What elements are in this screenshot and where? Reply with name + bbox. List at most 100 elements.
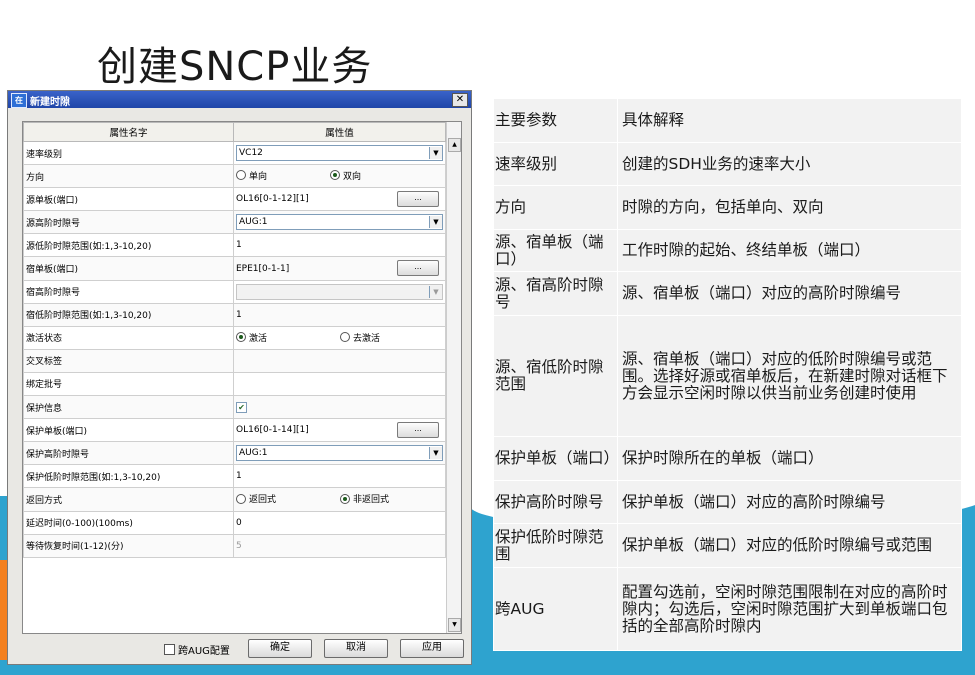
param-name: 保护高阶时隙号	[493, 480, 618, 524]
dialog-titlebar: 在 新建时隙 ✕	[8, 91, 471, 108]
property-name: 返回方式	[23, 487, 234, 512]
table-row: 宿高阶时隙号 ▼	[23, 279, 446, 304]
table-row: 宿低阶时隙范围(如:1,3-10,20) 1	[23, 302, 446, 327]
property-name: 方向	[23, 164, 234, 189]
property-name: 速率级别	[23, 140, 234, 166]
table-row: 保护低阶时隙范围(如:1,3-10,20) 1	[23, 464, 446, 489]
table-row: 绑定批号	[23, 371, 446, 397]
property-name: 源高阶时隙号	[23, 210, 234, 235]
table-row: 速率级别 VC12 ▼	[23, 140, 446, 166]
table-row: 方向 时隙的方向，包括单向、双向	[493, 185, 962, 230]
property-name: 延迟时间(0-100)(100ms)	[23, 510, 234, 535]
table-row: 源低阶时隙范围(如:1,3-10,20) 1	[23, 233, 446, 258]
delay-time-field[interactable]: 0	[233, 510, 446, 535]
property-grid: 属性名字 属性值 速率级别 VC12 ▼ 方向 单向 双向 源单板(端口) OL16…	[22, 121, 462, 634]
new-timeslot-dialog: 在 新建时隙 ✕ 属性名字 属性值 速率级别 VC12 ▼ 方向 单向 双向 源单板…	[7, 90, 472, 665]
scroll-up-icon[interactable]: ▲	[448, 138, 461, 152]
radio-icon	[340, 332, 350, 343]
protection-low-order-field[interactable]: 1	[233, 464, 446, 489]
radio-icon	[236, 493, 246, 504]
sink-low-order-field[interactable]: 1	[233, 302, 446, 327]
property-name: 等待恢复时间(1-12)(分)	[23, 533, 234, 558]
protection-high-order-select[interactable]: AUG:1 ▼	[236, 445, 443, 462]
param-desc: 保护时隙所在的单板（端口）	[617, 436, 962, 481]
property-name: 宿低阶时隙范围(如:1,3-10,20)	[23, 302, 234, 327]
header-parameter: 主要参数	[493, 98, 618, 143]
table-header-row: 主要参数 具体解释	[493, 98, 962, 143]
radio-selected-icon	[330, 170, 340, 181]
table-row: 保护低阶时隙范围 保护单板（端口）对应的低阶时隙编号或范围	[493, 523, 962, 568]
header-explanation: 具体解释	[617, 98, 962, 143]
table-row: 源、宿单板（端口） 工作时隙的起始、终结单板（端口）	[493, 229, 962, 272]
radio-selected-icon	[236, 332, 246, 343]
property-name: 激活状态	[23, 325, 234, 350]
table-row: 源、宿低阶时隙范围 源、宿单板（端口）对应的低阶时隙编号或范围。选择好源或宿单板…	[493, 315, 962, 437]
param-desc: 源、宿单板（端口）对应的低阶时隙编号或范围。选择好源或宿单板后，在新建时隙对话框…	[617, 315, 962, 437]
dialog-footer: 跨AUG配置 确定 取消 应用	[8, 639, 471, 663]
column-header-name[interactable]: 属性名字	[23, 122, 234, 142]
chevron-down-icon: ▼	[429, 285, 442, 298]
direction-bidirectional-radio[interactable]: 双向	[330, 169, 424, 182]
table-row: 速率级别 创建的SDH业务的速率大小	[493, 142, 962, 186]
source-board-browse-button[interactable]: ...	[397, 191, 439, 208]
column-header-value[interactable]: 属性值	[233, 122, 446, 142]
deactivate-radio[interactable]: 去激活	[340, 331, 434, 344]
param-name: 源、宿低阶时隙范围	[493, 315, 618, 437]
ok-button[interactable]: 确定	[248, 639, 312, 658]
table-row: 保护信息 ✔	[23, 395, 446, 420]
chevron-down-icon[interactable]: ▼	[429, 147, 442, 160]
protection-board-browse-button[interactable]: ...	[397, 422, 439, 439]
sink-high-order-select: ▼	[236, 283, 443, 300]
revertive-radio[interactable]: 返回式	[236, 492, 340, 505]
property-name: 保护低阶时隙范围(如:1,3-10,20)	[23, 464, 234, 489]
cross-aug-label: 跨AUG配置	[178, 646, 230, 657]
chevron-down-icon[interactable]: ▼	[429, 216, 442, 229]
property-name: 宿单板(端口)	[23, 256, 234, 281]
cross-label-field[interactable]	[233, 348, 446, 373]
property-name: 交叉标签	[23, 348, 234, 373]
property-name: 保护单板(端口)	[23, 418, 234, 443]
table-row: 跨AUG 配置勾选前，空闲时隙范围限制在对应的高阶时隙内；勾选后，空闲时隙范围扩…	[493, 567, 962, 651]
property-name: 源单板(端口)	[23, 187, 234, 212]
table-row: 交叉标签	[23, 348, 446, 373]
cross-aug-checkbox[interactable]: 跨AUG配置	[164, 642, 230, 657]
table-row: 保护单板(端口) OL16[0-1-14][1]...	[23, 418, 446, 443]
vertical-scrollbar[interactable]: ▲ ▼	[446, 122, 461, 633]
protection-board-value: OL16[0-1-14][1]	[236, 425, 309, 436]
table-row: 方向 单向 双向	[23, 164, 446, 189]
param-name: 速率级别	[493, 142, 618, 186]
param-name: 源、宿高阶时隙号	[493, 271, 618, 316]
cancel-button[interactable]: 取消	[324, 639, 388, 658]
property-name: 源低阶时隙范围(如:1,3-10,20)	[23, 233, 234, 258]
apply-button[interactable]: 应用	[400, 639, 464, 658]
radio-selected-icon	[340, 493, 350, 504]
param-name: 保护单板（端口）	[493, 436, 619, 481]
source-low-order-field[interactable]: 1	[233, 233, 446, 258]
direction-unidirectional-radio[interactable]: 单向	[236, 169, 330, 182]
table-row: 返回方式 返回式 非返回式	[23, 487, 446, 512]
param-desc: 创建的SDH业务的速率大小	[617, 142, 962, 186]
source-high-order-select[interactable]: AUG:1 ▼	[236, 214, 443, 231]
bind-batch-field[interactable]	[233, 371, 446, 397]
property-name: 宿高阶时隙号	[23, 279, 234, 304]
source-board-value: OL16[0-1-12][1]	[236, 194, 309, 205]
table-row: 宿单板(端口) EPE1[0-1-1]...	[23, 256, 446, 281]
table-row: 等待恢复时间(1-12)(分) 5	[23, 533, 446, 558]
protection-checkbox[interactable]: ✔	[236, 401, 247, 413]
app-icon: 在	[11, 93, 27, 108]
sink-board-browse-button[interactable]: ...	[397, 260, 439, 277]
wait-restore-field: 5	[233, 533, 446, 558]
scroll-down-icon[interactable]: ▼	[448, 618, 461, 632]
activate-radio[interactable]: 激活	[236, 331, 340, 344]
property-name: 保护信息	[23, 395, 234, 420]
checkbox-icon	[164, 644, 175, 655]
non-revertive-radio[interactable]: 非返回式	[340, 492, 434, 505]
property-name: 保护高阶时隙号	[23, 441, 234, 466]
param-name: 源、宿单板（端口）	[493, 229, 618, 272]
close-icon[interactable]: ✕	[452, 93, 468, 107]
param-desc: 配置勾选前，空闲时隙范围限制在对应的高阶时隙内；勾选后，空闲时隙范围扩大到单板端…	[617, 567, 962, 651]
rate-level-select[interactable]: VC12 ▼	[236, 145, 443, 162]
property-table: 属性名字 属性值 速率级别 VC12 ▼ 方向 单向 双向 源单板(端口) OL16…	[23, 122, 446, 558]
property-name: 绑定批号	[23, 371, 234, 397]
chevron-down-icon[interactable]: ▼	[429, 447, 442, 460]
